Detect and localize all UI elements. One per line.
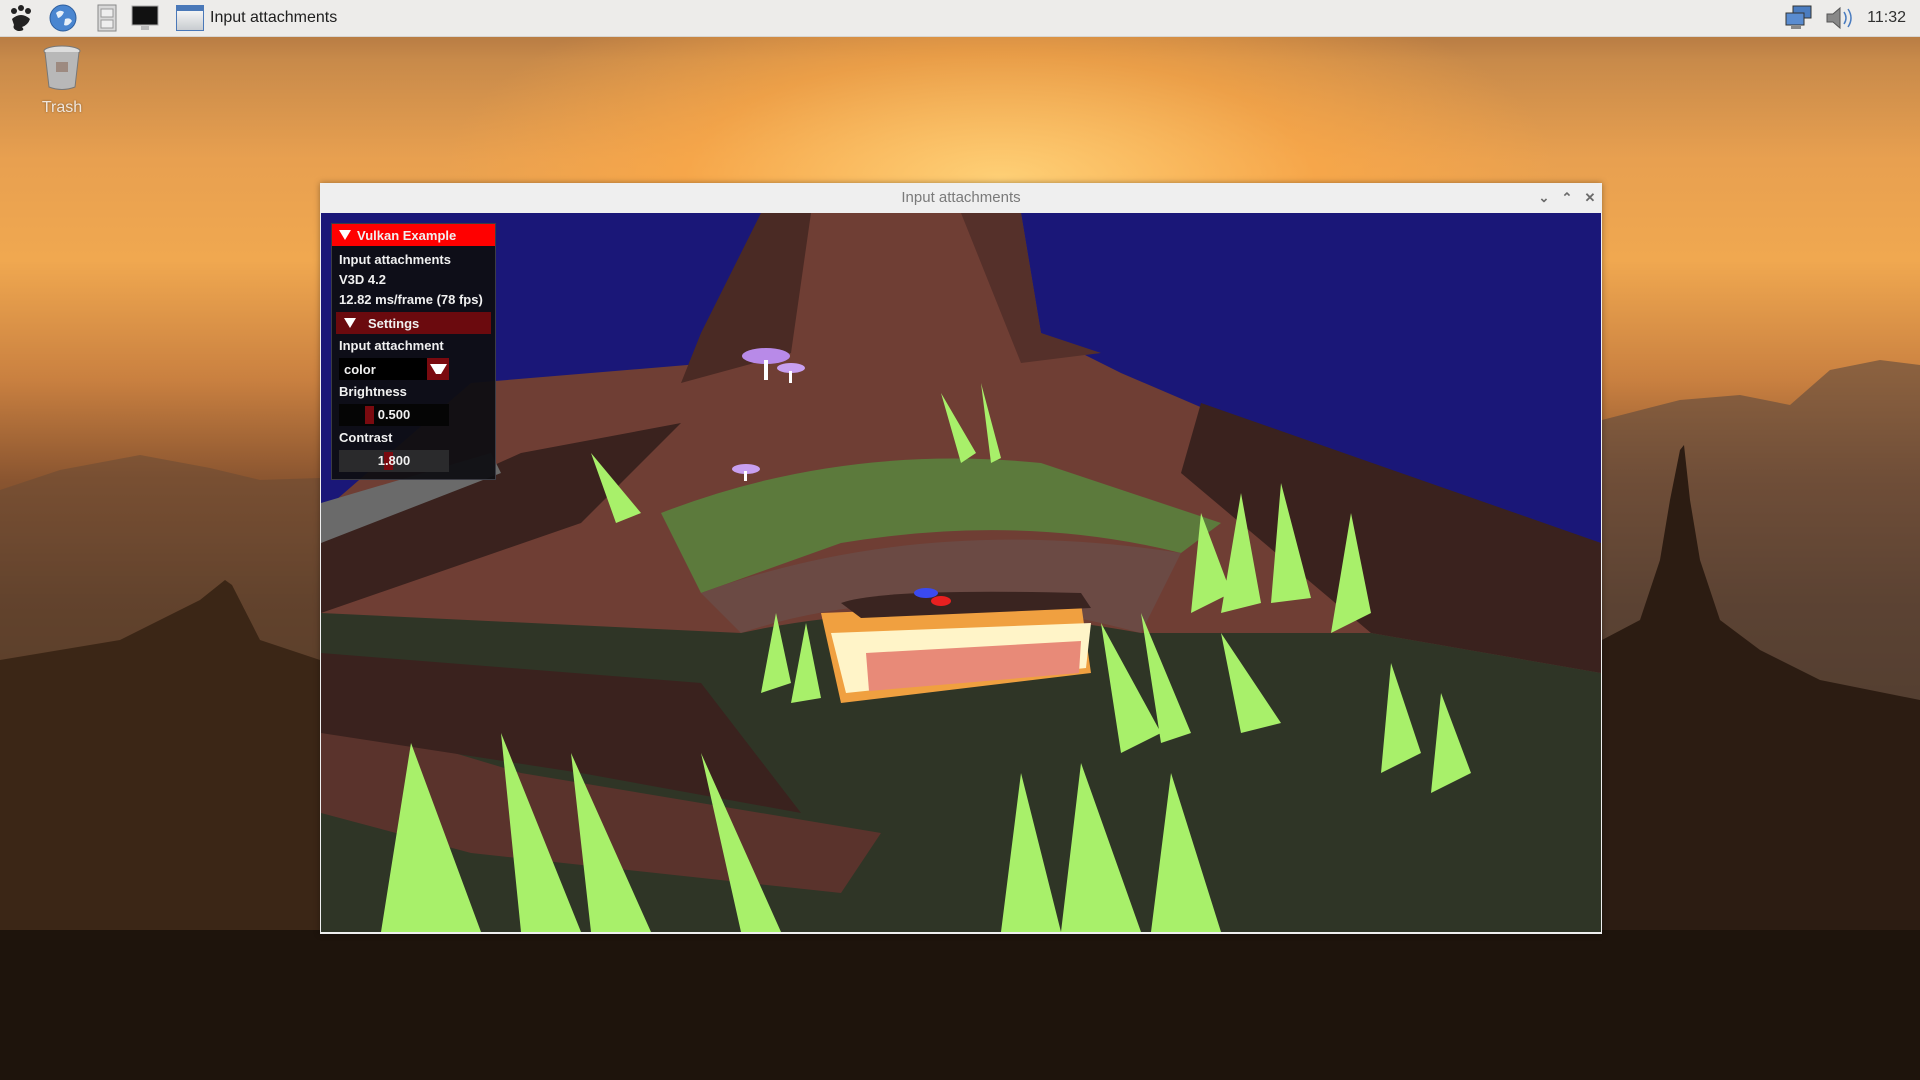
close-button[interactable]: ✕: [1582, 190, 1598, 206]
web-browser-globe-icon[interactable]: [48, 3, 78, 33]
window-titlebar[interactable]: Input attachments ⌄ ⌃ ✕: [320, 183, 1602, 213]
brightness-slider-grab[interactable]: [365, 406, 374, 424]
combo-value: color: [344, 361, 376, 377]
trash-label: Trash: [41, 99, 83, 116]
contrast-label: Contrast: [339, 430, 393, 445]
contrast-slider[interactable]: 1.800: [339, 450, 449, 472]
minimize-button[interactable]: ⌄: [1536, 190, 1552, 206]
minimize-icon: ⌄: [1538, 190, 1550, 205]
frame-time: 12.82 ms/frame (78 fps): [339, 292, 483, 307]
imgui-panel: Vulkan Example Input attachments V3D 4.2…: [331, 223, 496, 480]
input-attachment-label: Input attachment: [339, 338, 444, 353]
terminal-monitor-icon[interactable]: [130, 3, 160, 33]
settings-label: Settings: [368, 315, 420, 331]
input-attachment-combo[interactable]: color: [339, 358, 449, 380]
brightness-value: 0.500: [377, 407, 411, 422]
taskbar: Input attachments 11:32: [0, 0, 1920, 37]
example-name: Input attachments: [339, 252, 451, 267]
combo-arrow-icon[interactable]: [427, 358, 449, 380]
window-title: Input attachments: [901, 189, 1021, 206]
brightness-slider[interactable]: 0.500: [339, 404, 449, 426]
contrast-value: 1.800: [377, 453, 411, 468]
collapse-triangle-icon[interactable]: [339, 230, 351, 240]
settings-header[interactable]: Settings: [336, 312, 491, 334]
network-icon[interactable]: [1783, 3, 1815, 33]
menu-paw-icon[interactable]: [6, 3, 36, 33]
maximize-button[interactable]: ⌃: [1559, 190, 1575, 206]
system-tray: 11:32: [1783, 0, 1920, 36]
rendered-3d-scene: [321, 213, 1601, 932]
volume-icon[interactable]: [1823, 3, 1857, 33]
taskbar-window-label: Input attachments: [210, 9, 338, 26]
window-icon: [176, 5, 204, 31]
settings-expand-icon: [344, 318, 356, 328]
taskbar-window-button[interactable]: Input attachments: [172, 2, 345, 34]
imgui-title-bar[interactable]: Vulkan Example: [332, 224, 495, 246]
trash-can-icon: [43, 45, 81, 90]
desktop-icon-trash[interactable]: Trash: [30, 44, 94, 117]
imgui-title: Vulkan Example: [357, 227, 457, 243]
vulkan-render-viewport[interactable]: Vulkan Example Input attachments V3D 4.2…: [321, 213, 1601, 932]
device-name: V3D 4.2: [339, 272, 386, 287]
application-window: Input attachments ⌄ ⌃ ✕ Vulkan Example I…: [320, 183, 1602, 934]
brightness-label: Brightness: [339, 384, 407, 399]
close-icon: ✕: [1584, 190, 1596, 205]
file-manager-cabinet-icon[interactable]: [92, 3, 122, 33]
clock[interactable]: 11:32: [1867, 9, 1906, 27]
maximize-icon: ⌃: [1561, 190, 1573, 205]
